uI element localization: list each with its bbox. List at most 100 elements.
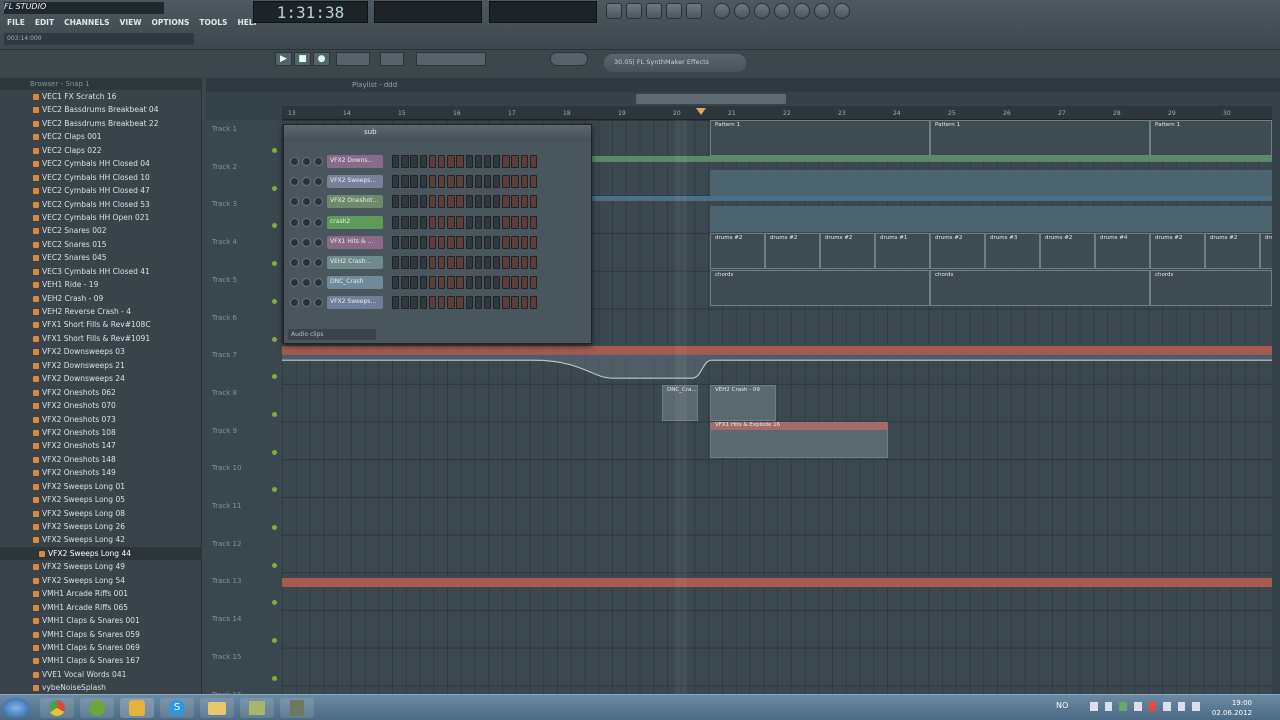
step-button[interactable] <box>529 296 538 310</box>
step-button[interactable] <box>511 235 519 249</box>
step-button[interactable] <box>410 155 418 168</box>
track-name[interactable]: Track 15 <box>212 653 241 661</box>
browser-item[interactable]: VFX2 Sweeps Long 54 <box>0 574 202 587</box>
step-button[interactable] <box>419 215 427 229</box>
step-button[interactable] <box>465 276 473 290</box>
menu-channels[interactable]: CHANNELS <box>59 16 114 30</box>
browser-item[interactable]: VFX1 Short Fills & Rev#1091 <box>0 332 202 345</box>
menu-edit[interactable]: EDIT <box>30 16 59 30</box>
browser-item[interactable]: VEC2 Cymbals HH Closed 10 <box>0 171 202 184</box>
step-button[interactable] <box>456 175 464 189</box>
step-button[interactable] <box>437 155 446 168</box>
app-taskbar-icon[interactable] <box>240 698 274 718</box>
step-button[interactable] <box>465 235 473 249</box>
track-12-automation[interactable] <box>282 578 1272 587</box>
audio-clip-vfx1-hits[interactable]: VFX1 Hits & Explode 16 <box>710 422 888 458</box>
start-button[interactable] <box>2 698 30 718</box>
step-button[interactable] <box>392 276 400 290</box>
step-button[interactable] <box>474 175 483 189</box>
step-button[interactable] <box>428 175 437 189</box>
step-button[interactable] <box>493 296 501 310</box>
track-mute-led[interactable] <box>272 336 277 342</box>
drums-clip[interactable]: drums #2 <box>710 233 765 269</box>
channel-knob[interactable] <box>290 237 299 247</box>
browser-item[interactable]: VEH1 Ride - 19 <box>0 278 202 291</box>
step-button[interactable] <box>529 235 538 249</box>
step-button[interactable] <box>447 296 455 310</box>
browser-item[interactable]: VFX2 Oneshots 148 <box>0 453 202 466</box>
step-button[interactable] <box>428 195 437 209</box>
step-button[interactable] <box>465 256 473 269</box>
channel-knob[interactable] <box>302 237 311 247</box>
step-button[interactable] <box>520 155 529 168</box>
channel-knob[interactable] <box>290 278 299 288</box>
song-marker[interactable] <box>696 108 706 115</box>
drums-clip[interactable]: drums #3 <box>985 233 1040 269</box>
drums-clip[interactable]: drums #1 <box>875 233 930 269</box>
step-button[interactable] <box>474 235 483 249</box>
step-button[interactable] <box>493 155 501 168</box>
browser-item[interactable]: VFX2 Sweeps Long 01 <box>0 480 202 493</box>
browser-item[interactable]: VMH1 Claps & Snares 001 <box>0 614 202 627</box>
channel-knob[interactable] <box>290 298 299 308</box>
channel-knob[interactable] <box>302 197 311 207</box>
channel-knob[interactable] <box>302 217 311 227</box>
window-icon[interactable] <box>734 3 750 19</box>
step-button[interactable] <box>520 256 529 269</box>
automation-clip[interactable] <box>590 196 1272 201</box>
menu-options[interactable]: OPTIONS <box>147 16 195 30</box>
browser-item[interactable]: VFX2 Downsweeps 21 <box>0 359 202 372</box>
track-mute-led[interactable] <box>272 298 277 304</box>
browser-item[interactable]: VEC2 Cymbals HH Closed 04 <box>0 157 202 170</box>
browser-item[interactable]: VEC2 Cymbals HH Closed 47 <box>0 184 202 197</box>
channel-knob[interactable] <box>290 157 299 166</box>
track-name[interactable]: Track 6 <box>212 314 237 322</box>
browser-item[interactable]: VFX2 Oneshots 108 <box>0 426 202 439</box>
step-button[interactable] <box>493 175 501 189</box>
channel-name-button[interactable]: VEH2 Crash... <box>327 256 383 269</box>
browser-item[interactable]: VFX2 Oneshots 149 <box>0 466 202 479</box>
step-button[interactable] <box>511 276 519 290</box>
step-button[interactable] <box>502 195 510 209</box>
track-mute-led[interactable] <box>272 261 277 267</box>
step-button[interactable] <box>529 155 538 168</box>
channel-knob[interactable] <box>314 177 323 187</box>
pattern-clip[interactable]: Pattern 1 <box>1150 120 1272 156</box>
browser-item[interactable]: VEC2 Snares 015 <box>0 238 202 251</box>
step-button[interactable] <box>493 215 501 229</box>
channel-knob[interactable] <box>302 157 311 166</box>
record-button[interactable]: ● <box>313 52 330 66</box>
step-button[interactable] <box>474 276 483 290</box>
step-button[interactable] <box>474 256 483 269</box>
step-button[interactable] <box>465 215 473 229</box>
step-button[interactable] <box>410 195 418 209</box>
track-name[interactable]: Track 3 <box>212 200 237 208</box>
browser-item[interactable]: VFX2 Oneshots 062 <box>0 386 202 399</box>
channel-knob[interactable] <box>314 298 323 308</box>
browser-item[interactable]: VFX2 Oneshots 147 <box>0 439 202 452</box>
track-mute-led[interactable] <box>272 185 277 191</box>
step-button[interactable] <box>392 256 400 269</box>
step-button[interactable] <box>529 195 538 209</box>
step-button[interactable] <box>419 276 427 290</box>
step-button[interactable] <box>428 235 437 249</box>
channel-knob[interactable] <box>290 258 299 267</box>
chords-clip[interactable]: chords <box>1150 270 1272 306</box>
step-button[interactable] <box>456 235 464 249</box>
channel-name-button[interactable]: VFX2 Oneshot... <box>327 195 383 209</box>
track-name[interactable]: Track 5 <box>212 276 237 284</box>
browser-item[interactable]: VEC1 FX Scratch 16 <box>0 90 202 103</box>
step-button[interactable] <box>392 296 400 310</box>
step-button[interactable] <box>437 256 446 269</box>
drums-clip[interactable]: drums #2 <box>820 233 875 269</box>
browser-item[interactable]: VFX2 Sweeps Long 42 <box>0 533 202 546</box>
browser-item[interactable]: VEC3 Cymbals HH Closed 41 <box>0 265 202 278</box>
channel-name-button[interactable]: VFX2 Sweeps... <box>327 296 383 310</box>
browser-item[interactable]: VVE1 Vocal Words 041 <box>0 668 202 681</box>
step-button[interactable] <box>520 296 529 310</box>
step-button[interactable] <box>474 296 483 310</box>
browser-item[interactable]: VEC2 Snares 002 <box>0 224 202 237</box>
step-button[interactable] <box>437 296 446 310</box>
step-button[interactable] <box>392 235 400 249</box>
menu-tools[interactable]: TOOLS <box>194 16 232 30</box>
